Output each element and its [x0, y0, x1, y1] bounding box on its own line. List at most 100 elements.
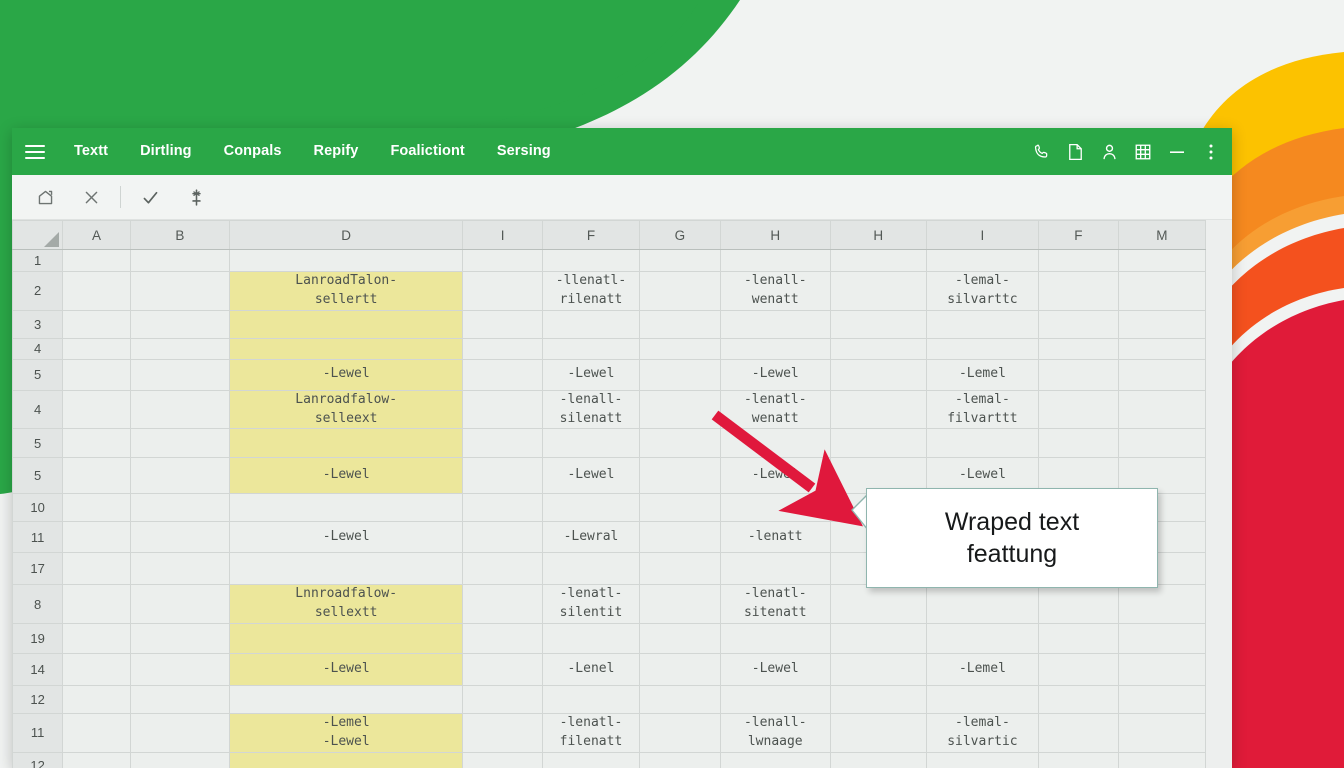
cell[interactable] — [639, 249, 721, 272]
cell[interactable] — [462, 249, 543, 272]
column-header-3[interactable]: I — [462, 220, 543, 250]
cell[interactable] — [719, 428, 831, 459]
cell[interactable] — [719, 623, 831, 655]
menu-item-0[interactable]: Textt — [58, 128, 124, 175]
cell[interactable] — [62, 685, 131, 715]
cell[interactable] — [1117, 653, 1207, 687]
cell[interactable] — [462, 358, 543, 391]
cell[interactable] — [129, 623, 231, 655]
row-header-10[interactable]: 17 — [12, 552, 64, 586]
cell[interactable] — [829, 751, 927, 768]
select-all-corner[interactable] — [12, 220, 64, 250]
cell[interactable] — [639, 493, 721, 523]
cell[interactable] — [925, 623, 1040, 655]
row-header-12[interactable]: 19 — [12, 623, 64, 655]
cell[interactable]: -Lewel — [541, 358, 641, 391]
cell[interactable]: -Lemel — [925, 653, 1040, 687]
cell[interactable] — [1117, 358, 1207, 391]
cell[interactable] — [829, 653, 927, 687]
cell[interactable] — [62, 271, 131, 311]
function-fx-icon[interactable] — [173, 175, 219, 220]
cell[interactable] — [462, 457, 543, 495]
cell[interactable] — [829, 428, 927, 459]
cell[interactable]: -Lewel — [719, 358, 831, 391]
cell[interactable]: LanroadTalon- sellertt — [228, 271, 464, 311]
cell[interactable] — [829, 623, 927, 655]
cell[interactable] — [1038, 358, 1119, 391]
cell[interactable] — [829, 389, 927, 430]
callout-bubble[interactable]: Wraped text feattung — [850, 488, 1158, 588]
menu-item-5[interactable]: Sersing — [481, 128, 567, 175]
column-header-6[interactable]: H — [719, 220, 831, 250]
spreadsheet-grid-area[interactable]: ABDIFGHHIFM 1 2 LanroadTalon- sellertt -lle… — [12, 220, 1232, 768]
cell[interactable] — [228, 623, 464, 655]
row-header-7[interactable]: 5 — [12, 457, 64, 495]
cell[interactable] — [62, 653, 131, 687]
cell[interactable] — [462, 623, 543, 655]
column-header-10[interactable]: M — [1117, 220, 1207, 250]
cell[interactable] — [1117, 713, 1207, 753]
cell[interactable] — [129, 457, 231, 495]
cell[interactable] — [62, 428, 131, 459]
cell[interactable] — [462, 713, 543, 753]
cell[interactable]: Lanroadfalow- selleext — [228, 389, 464, 430]
cell[interactable] — [1038, 389, 1119, 430]
column-header-0[interactable]: A — [62, 220, 131, 250]
cell[interactable] — [1117, 389, 1207, 430]
cell[interactable] — [129, 751, 231, 768]
column-header-5[interactable]: G — [639, 220, 721, 250]
cell[interactable] — [62, 389, 131, 430]
cell[interactable] — [829, 249, 927, 272]
cell[interactable] — [639, 428, 721, 459]
cell[interactable] — [639, 552, 721, 586]
cell[interactable] — [639, 309, 721, 339]
cell[interactable] — [719, 493, 831, 523]
cell[interactable]: -lenatl- filenatt — [541, 713, 641, 753]
cell[interactable]: -llenatl- rilenatt — [541, 271, 641, 311]
cell[interactable] — [62, 623, 131, 655]
cell[interactable] — [1038, 623, 1119, 655]
cell[interactable] — [462, 521, 543, 554]
column-header-7[interactable]: H — [829, 220, 927, 250]
cell[interactable] — [462, 552, 543, 586]
cell[interactable] — [62, 249, 131, 272]
cell[interactable] — [129, 584, 231, 625]
cell[interactable] — [719, 249, 831, 272]
cell[interactable]: -Lewel — [228, 358, 464, 391]
cell[interactable]: -Lenel — [541, 653, 641, 687]
cell[interactable] — [1038, 653, 1119, 687]
cell[interactable] — [829, 358, 927, 391]
cell[interactable] — [62, 493, 131, 523]
cell[interactable]: -Lewel — [228, 653, 464, 687]
cell[interactable] — [719, 309, 831, 339]
column-header-9[interactable]: F — [1038, 220, 1119, 250]
cell[interactable] — [719, 751, 831, 768]
cell[interactable] — [829, 337, 927, 360]
cell[interactable] — [129, 713, 231, 753]
cell[interactable] — [639, 358, 721, 391]
row-header-15[interactable]: 11 — [12, 713, 64, 753]
cell[interactable] — [1038, 271, 1119, 311]
cell[interactable] — [129, 493, 231, 523]
row-header-5[interactable]: 4 — [12, 389, 64, 430]
row-header-16[interactable]: 12 — [12, 751, 64, 768]
cell[interactable] — [829, 584, 927, 625]
cell[interactable] — [462, 751, 543, 768]
cell[interactable] — [639, 337, 721, 360]
column-header-1[interactable]: B — [129, 220, 231, 250]
close-icon[interactable] — [68, 175, 114, 220]
row-header-4[interactable]: 5 — [12, 358, 64, 391]
document-icon[interactable] — [1058, 128, 1092, 175]
cell[interactable] — [541, 428, 641, 459]
row-header-1[interactable]: 2 — [12, 271, 64, 311]
cell[interactable] — [925, 751, 1040, 768]
hamburger-icon[interactable] — [12, 128, 58, 175]
checkmark-icon[interactable] — [127, 175, 173, 220]
phone-icon[interactable] — [1024, 128, 1058, 175]
cell[interactable] — [541, 552, 641, 586]
column-header-2[interactable]: D — [228, 220, 464, 250]
row-header-2[interactable]: 3 — [12, 309, 64, 339]
cell[interactable] — [62, 337, 131, 360]
cell[interactable]: -lemal- silvartic — [925, 713, 1040, 753]
cell[interactable]: -Lewel — [719, 653, 831, 687]
